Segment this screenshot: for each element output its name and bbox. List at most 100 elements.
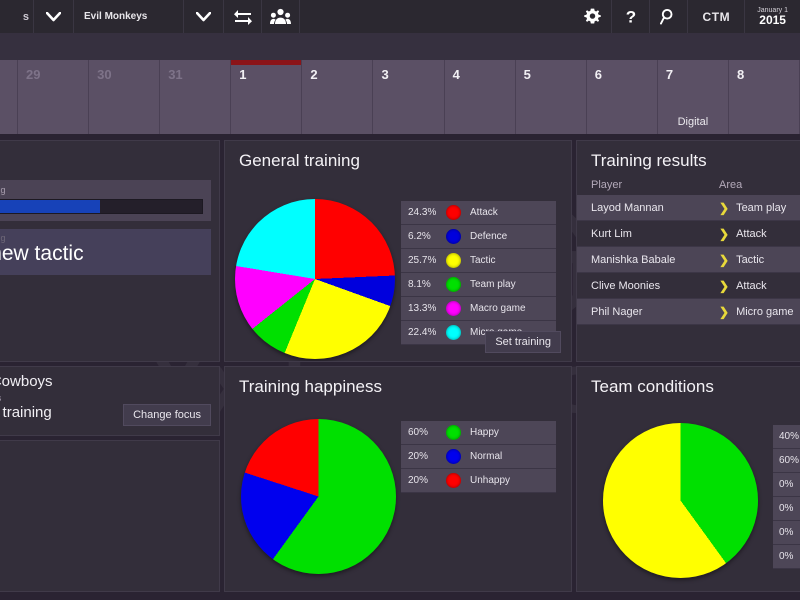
legend-row[interactable]: 0% (773, 521, 800, 545)
legend-percent: 40% (779, 431, 800, 442)
change-focus-button[interactable]: Change focus (123, 404, 211, 426)
legend-percent: 13.3% (408, 303, 437, 314)
training-happiness-pie (241, 419, 396, 574)
calendar-day-2[interactable]: 2 (302, 60, 374, 134)
general-training-title: General training (239, 151, 360, 170)
question-mark-icon[interactable]: ? (612, 0, 651, 33)
legend-percent: 0% (779, 479, 794, 490)
legend-color-swatch (446, 229, 461, 244)
legend-row[interactable]: 0% (773, 497, 800, 521)
table-row[interactable]: Clive Moonies ❯ Attack (577, 273, 800, 299)
search-icon-glyph (660, 8, 673, 25)
calendar-day-edge[interactable] (0, 60, 18, 134)
header-left-stub[interactable]: s (0, 0, 34, 33)
calendar-day-4[interactable]: 4 (444, 60, 516, 134)
calendar-day-31[interactable]: 31 (160, 60, 232, 134)
legend-row[interactable]: 20% Normal (401, 445, 556, 469)
legend-label: Team play (470, 279, 516, 290)
transfer-arrows-icon[interactable] (224, 0, 262, 33)
team-conditions-panel: Team conditions 40% 60% 0% 0% 0% 0% (576, 366, 800, 592)
header-spacer (300, 0, 574, 33)
legend-row[interactable]: 0% (773, 473, 800, 497)
calendar-day-7[interactable]: 7 Digital (657, 60, 729, 134)
legend-color-swatch (446, 205, 461, 220)
legend-percent: 0% (779, 503, 794, 514)
calendar-day-1[interactable]: 1 (231, 60, 303, 134)
understanding-progress-track (0, 199, 203, 214)
legend-percent: 0% (779, 551, 794, 562)
chevron-down-icon-glyph-2 (196, 11, 211, 21)
calendar-day-5[interactable]: 5 (515, 60, 587, 134)
legend-percent: 22.4% (408, 327, 437, 338)
calendar-day-number: 2 (310, 67, 318, 82)
table-row[interactable]: Layod Mannan ❯ Team play (577, 195, 800, 221)
legend-row[interactable]: 20% Unhappy (401, 469, 556, 493)
current-date[interactable]: January 1 2015 (745, 0, 800, 33)
result-player-name: Kurt Lim (591, 227, 632, 240)
result-area: Team play (736, 201, 787, 214)
legend-color-swatch (446, 425, 461, 440)
extra-panel-label: s (0, 449, 219, 460)
calendar-day-number: 29 (26, 67, 41, 82)
table-row[interactable]: Phil Nager ❯ Micro game (577, 299, 800, 325)
legend-label: Normal (470, 451, 503, 462)
team-selector[interactable]: Evil Monkeys (74, 0, 184, 33)
calendar-day-number: 3 (381, 67, 389, 82)
focus-team-name: Digital Cowboys (0, 373, 53, 390)
calendar-day-3[interactable]: 3 (373, 60, 445, 134)
legend-row[interactable]: 25.7% Tactic (401, 249, 556, 273)
chevron-right-icon: ❯ (719, 304, 730, 319)
ctm-button[interactable]: CTM (688, 0, 746, 33)
training-results-panel: Training results Player Area Layod Manna… (576, 140, 800, 362)
legend-color-swatch (446, 473, 461, 488)
calendar-selected-marker (231, 60, 302, 65)
calendar-day-8[interactable]: 8 (728, 60, 800, 134)
training-results-header: Player Area (577, 179, 800, 195)
legend-row[interactable]: 0% (773, 545, 800, 569)
chevron-down-icon-2[interactable] (184, 0, 224, 33)
calendar-day-row: 29 30 31 1 2 3 4 5 6 7 Digital 8 (0, 60, 800, 134)
game-screen: s Evil Monkeys ? CTM January 1 2015 29 3… (0, 0, 800, 600)
people-group-icon[interactable] (262, 0, 300, 33)
legend-row[interactable]: 13.3% Macro game (401, 297, 556, 321)
legend-row[interactable]: 60% (773, 449, 800, 473)
calendar-day-number: 6 (594, 67, 602, 82)
result-area: Attack (736, 227, 767, 240)
result-player-name: Manishka Babale (591, 253, 676, 266)
legend-percent: 60% (779, 455, 800, 466)
table-row[interactable]: Kurt Lim ❯ Attack (577, 221, 800, 247)
understanding-row[interactable]: Understanding (0, 180, 211, 221)
calendar-day-number: 8 (736, 67, 745, 82)
calendar-day-event: Digital (677, 116, 709, 128)
legend-row[interactable]: 24.3% Attack (401, 201, 556, 225)
result-player-name: Layod Mannan (591, 201, 664, 214)
legend-color-swatch (446, 253, 461, 268)
legend-color-swatch (446, 277, 461, 292)
panel-grid: n Understanding Understanding Add new ta… (0, 140, 800, 600)
gear-icon[interactable] (574, 0, 613, 33)
search-icon[interactable] (650, 0, 689, 33)
gear-icon-glyph (584, 8, 602, 24)
legend-row[interactable]: 40% (773, 425, 800, 449)
calendar-day-number: 30 (97, 67, 112, 82)
set-training-button[interactable]: Set training (485, 331, 561, 353)
calendar-day-number: 7 (665, 67, 674, 82)
legend-row[interactable]: 6.2% Defence (401, 225, 556, 249)
focus-sub-label: Training focus (0, 393, 209, 403)
chevron-right-icon: ❯ (719, 226, 730, 241)
legend-label: Attack (470, 207, 498, 218)
team-conditions-title: Team conditions (591, 377, 714, 396)
training-results-rows: Layod Mannan ❯ Team play Kurt Lim ❯ Attack Man… (577, 195, 800, 325)
table-row[interactable]: Manishka Babale ❯ Tactic (577, 247, 800, 273)
calendar-day-30[interactable]: 30 (89, 60, 161, 134)
legend-row[interactable]: 8.1% Team play (401, 273, 556, 297)
understanding-label: Understanding (0, 185, 6, 195)
chevron-down-icon[interactable] (34, 0, 74, 33)
calendar-day-number: 5 (523, 67, 531, 82)
calendar-day-29[interactable]: 29 (18, 60, 90, 134)
calendar-day-6[interactable]: 6 (586, 60, 658, 134)
add-new-tactic-button[interactable]: Understanding Add new tactic (0, 229, 211, 275)
legend-row[interactable]: 60% Happy (401, 421, 556, 445)
result-player-name: Phil Nager (591, 305, 643, 318)
squad-panel-title: n (0, 141, 219, 176)
